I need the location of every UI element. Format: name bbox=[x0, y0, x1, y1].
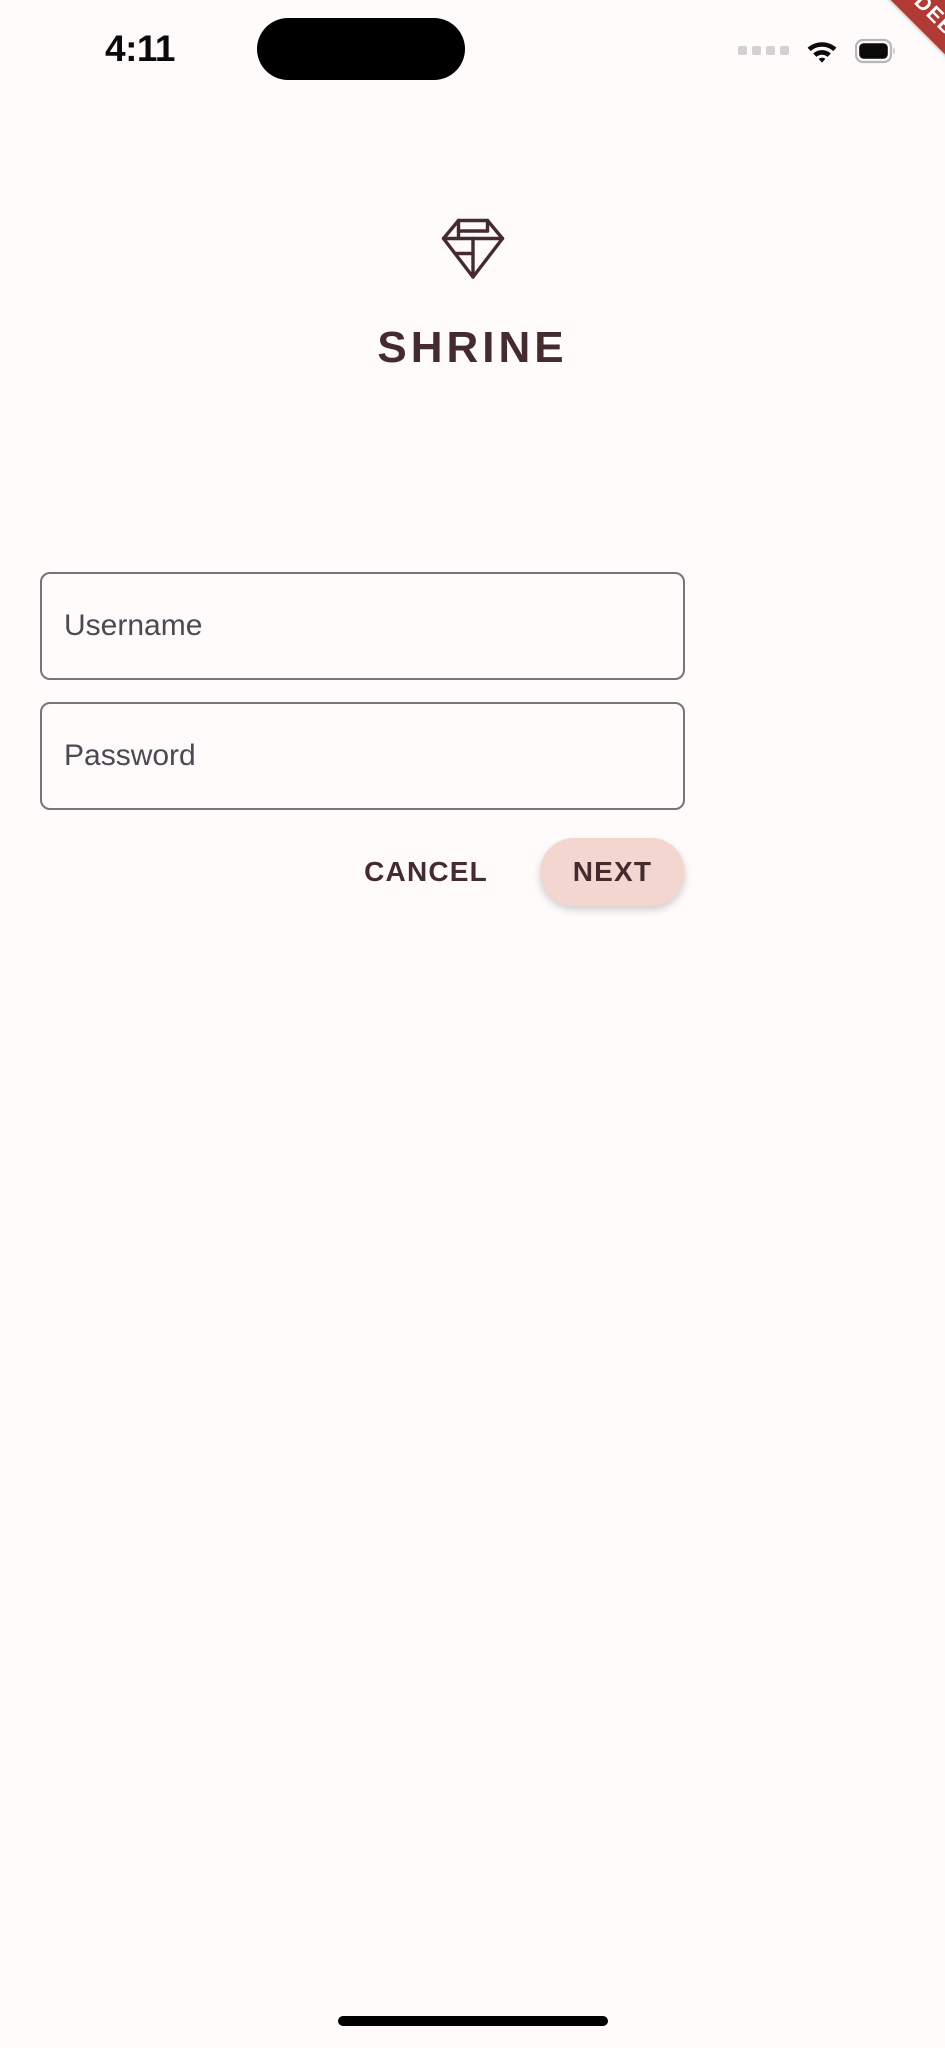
brand-header: SHRINE bbox=[0, 215, 945, 373]
home-indicator[interactable] bbox=[337, 2016, 608, 2026]
cancel-button[interactable]: CANCEL bbox=[338, 838, 514, 906]
password-input[interactable] bbox=[40, 702, 685, 810]
next-button[interactable]: NEXT bbox=[540, 838, 685, 906]
form-actions: CANCEL NEXT bbox=[40, 838, 685, 906]
status-bar-indicators bbox=[738, 33, 897, 69]
cellular-dots-icon bbox=[738, 45, 789, 57]
logo-wrapper bbox=[0, 215, 945, 281]
status-bar: 4:11 bbox=[0, 0, 945, 100]
dynamic-island bbox=[257, 18, 465, 80]
page-title: SHRINE bbox=[377, 323, 568, 372]
battery-icon bbox=[855, 38, 895, 64]
login-form bbox=[40, 572, 685, 810]
wifi-icon bbox=[807, 42, 837, 63]
username-input[interactable] bbox=[40, 572, 685, 680]
status-bar-time: 4:11 bbox=[105, 28, 176, 69]
diamond-logo-icon bbox=[441, 218, 504, 279]
